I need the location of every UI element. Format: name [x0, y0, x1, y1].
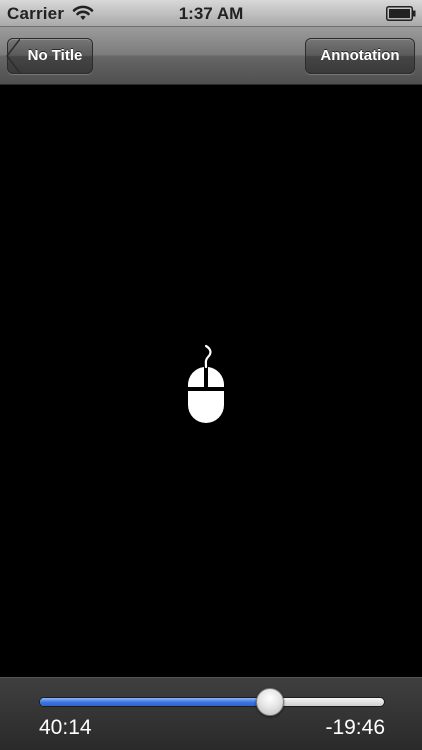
mouse-icon: [187, 344, 225, 423]
back-arrow-icon: [6, 39, 20, 73]
back-button[interactable]: No Title: [6, 38, 93, 74]
playback-controls: 40:14 -19:46: [0, 677, 422, 750]
annotation-button-label: Annotation: [320, 47, 400, 64]
status-time: 1:37 AM: [178, 4, 244, 23]
status-bar: Carrier 1:37 AM: [0, 0, 422, 27]
progress-slider[interactable]: [39, 688, 385, 716]
navigation-bar: No Title Annotation: [0, 27, 422, 85]
battery-icon: [386, 6, 416, 21]
remaining-time: -19:46: [325, 716, 385, 739]
video-player-area[interactable]: [0, 85, 422, 677]
elapsed-time: 40:14: [39, 716, 92, 739]
progress-thumb[interactable]: [256, 688, 285, 716]
back-button-label: No Title: [27, 47, 83, 64]
screen: Carrier 1:37 AM No Title Annotation 40:1…: [0, 0, 422, 750]
annotation-button[interactable]: Annotation: [305, 38, 415, 74]
progress-fill: [40, 698, 271, 706]
